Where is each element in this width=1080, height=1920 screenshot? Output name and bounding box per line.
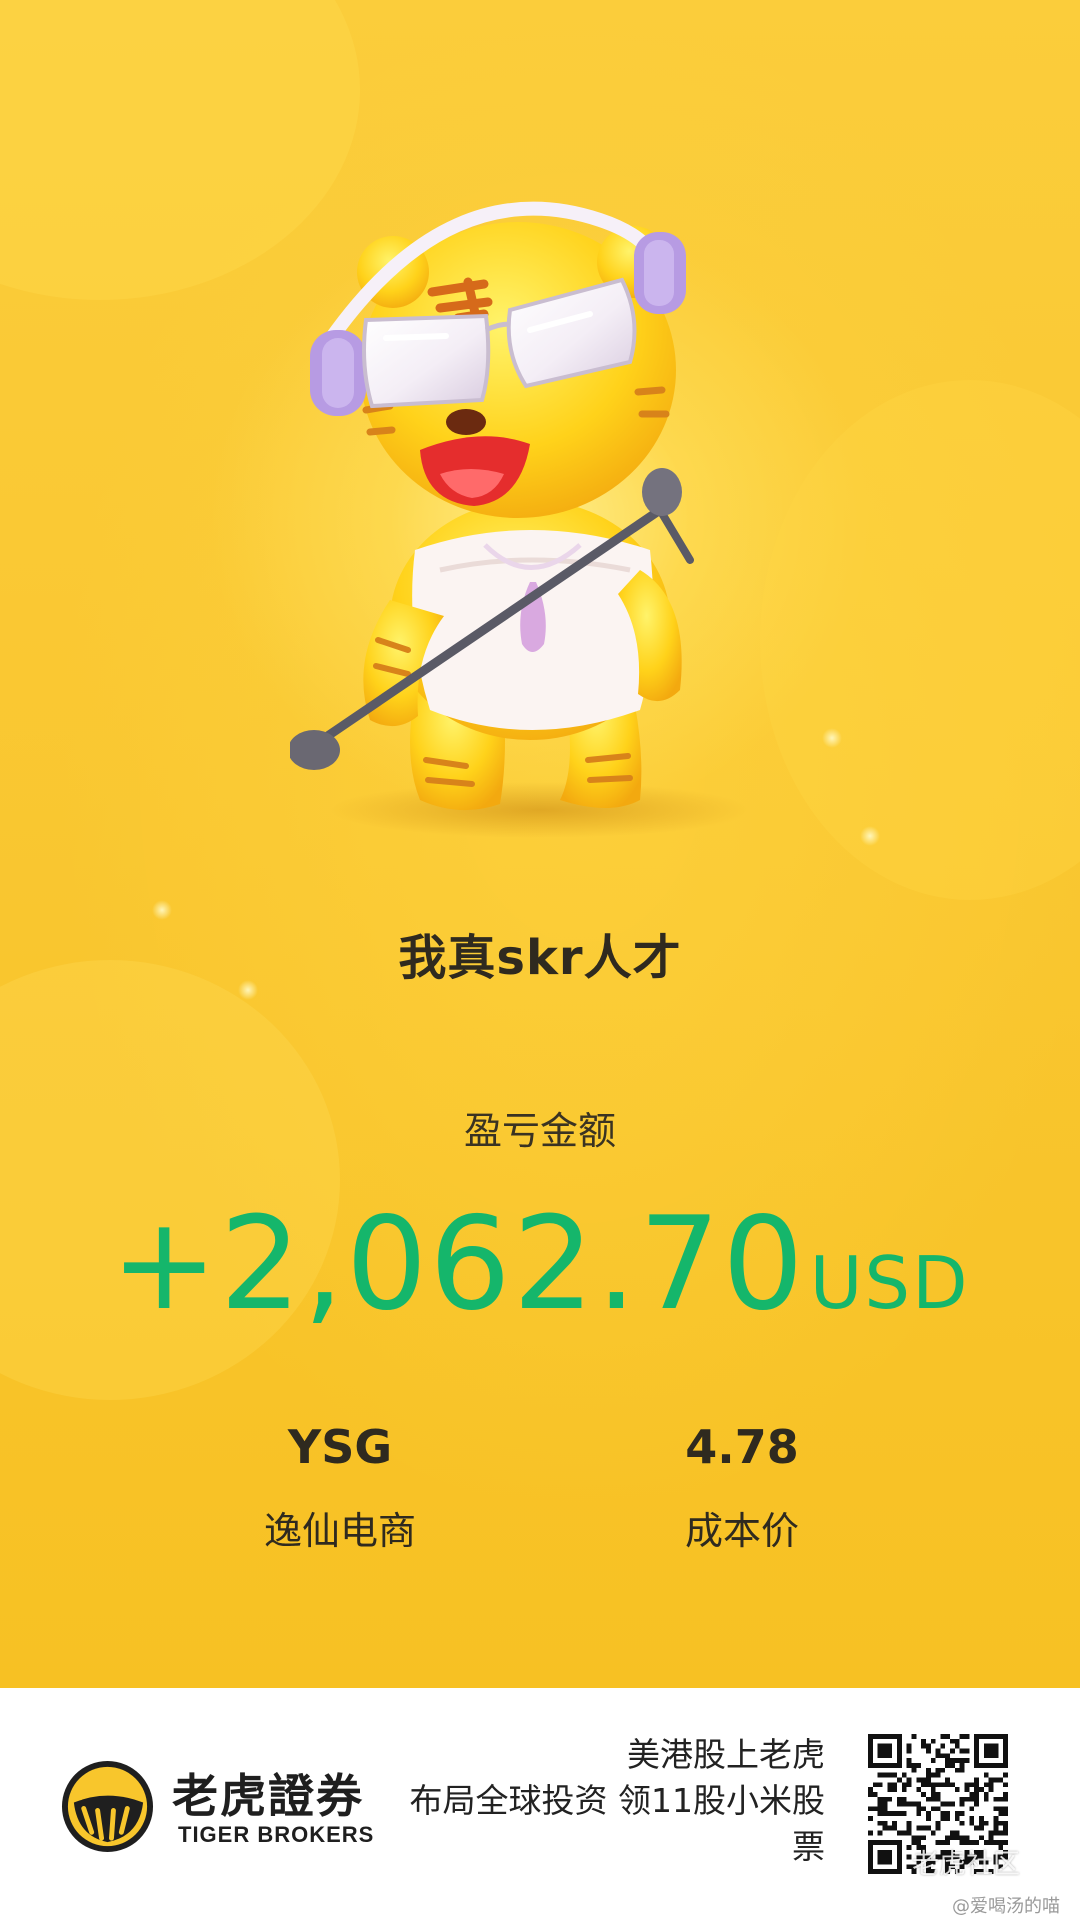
tiger-brokers-logo-icon xyxy=(61,1760,154,1853)
pnl-currency: USD xyxy=(809,1241,970,1325)
promo-slogan: 美港股上老虎 布局全球投资 领11股小米股 票 xyxy=(365,1732,825,1870)
brand-name-en: TIGER BROKERS xyxy=(178,1822,375,1847)
pnl-value: +2,062.70 xyxy=(110,1190,806,1339)
slogan-line: 票 xyxy=(792,1827,825,1866)
stock-name: 逸仙电商 xyxy=(263,1509,416,1553)
achievement-title: 我真skr人才 xyxy=(398,930,682,986)
share-poster: 我真skr人才 盈亏金额 +2,062.70USD YSG 逸仙电商 4.78 … xyxy=(0,0,1080,1688)
cost-price-label: 成本价 xyxy=(684,1509,799,1553)
cost-price-value: 4.78 xyxy=(685,1420,799,1474)
stock-ticker: YSG xyxy=(287,1420,393,1474)
sparkle-icon xyxy=(860,826,880,846)
stock-info: YSG 逸仙电商 xyxy=(190,1420,490,1555)
sparkle-icon xyxy=(152,900,172,920)
watermark-user: @爱喝汤的喵 xyxy=(952,1896,1060,1917)
pnl-label: 盈亏金额 xyxy=(463,1109,616,1153)
slogan-line: 美港股上老虎 xyxy=(627,1735,825,1774)
sparkle-icon xyxy=(822,728,842,748)
brand-name-cn: 老虎證券 xyxy=(172,1769,364,1823)
cost-info: 4.78 成本价 xyxy=(592,1420,892,1555)
slogan-line: 布局全球投资 领11股小米股 xyxy=(409,1781,825,1820)
tiger-mascot-icon xyxy=(290,201,750,838)
footer: 老虎證券 TIGER BROKERS 美港股上老虎 布局全球投资 领11股小米股… xyxy=(0,1688,1080,1920)
watermark-community: 老虎社区 xyxy=(912,1849,1020,1880)
pnl-amount: +2,062.70USD xyxy=(0,1190,1080,1339)
